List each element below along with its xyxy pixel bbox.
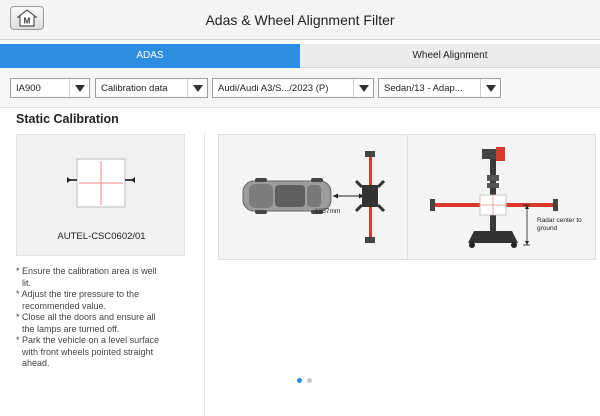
distance-label: 1357mm (315, 208, 341, 215)
filter-bar: IA900 Calibration data Audi/Audi A3/S...… (0, 68, 600, 108)
vehicle-select[interactable]: Audi/Audi A3/S.../2023 (P) (212, 78, 374, 98)
tab-adas[interactable]: ADAS (0, 44, 300, 68)
target-model-label: AUTEL-CSC0602/01 (57, 231, 146, 242)
page-dot-active[interactable] (297, 378, 302, 383)
calibration-diagram[interactable]: 1357mm Radar center to ground (218, 134, 596, 260)
chevron-down-icon (480, 79, 500, 97)
tab-bar: ADAS Wheel Alignment (0, 44, 600, 68)
front-view-diagram (430, 147, 558, 248)
radar-height-label: Radar center to ground (537, 217, 582, 232)
device-select[interactable]: IA900 (10, 78, 90, 98)
vehicle-select-value: Audi/Audi A3/S.../2023 (P) (218, 82, 329, 94)
instruction-line: ahead. (22, 358, 50, 368)
pagination-dots (297, 378, 312, 383)
instruction-line: * Adjust the tire pressure to the (16, 289, 140, 299)
title-bar: M Adas & Wheel Alignment Filter (0, 0, 600, 40)
section-title: Static Calibration (16, 112, 119, 126)
chevron-down-icon (69, 79, 89, 97)
instruction-line: * Ensure the calibration area is well (16, 266, 157, 276)
data-type-select-value: Calibration data (101, 82, 168, 94)
instructions-list: * Ensure the calibration area is well li… (16, 266, 188, 370)
device-select-value: IA900 (16, 82, 41, 94)
column-divider (204, 132, 205, 416)
calibration-target-card[interactable]: AUTEL-CSC0602/01 (16, 134, 185, 256)
instruction-line: recommended value. (22, 300, 107, 311)
tab-wheel-alignment[interactable]: Wheel Alignment (300, 44, 600, 68)
system-select[interactable]: Sedan/13 - Adap... (378, 78, 501, 98)
calibration-target-image (67, 158, 135, 208)
instruction-line: * Park the vehicle on a level surface (16, 335, 160, 345)
instruction-line: lit. (22, 277, 31, 288)
system-select-value: Sedan/13 - Adap... (384, 82, 463, 94)
chevron-down-icon (353, 79, 373, 97)
instruction-line: * Close all the doors and ensure all (16, 312, 156, 322)
page-dot[interactable] (307, 378, 312, 383)
page-title: Adas & Wheel Alignment Filter (205, 12, 395, 28)
instruction-line: the lamps are turned off. (22, 323, 120, 334)
top-view-diagram (242, 151, 386, 243)
data-type-select[interactable]: Calibration data (95, 78, 208, 98)
instruction-line: with front wheels pointed straight (22, 346, 154, 357)
chevron-down-icon (187, 79, 207, 97)
